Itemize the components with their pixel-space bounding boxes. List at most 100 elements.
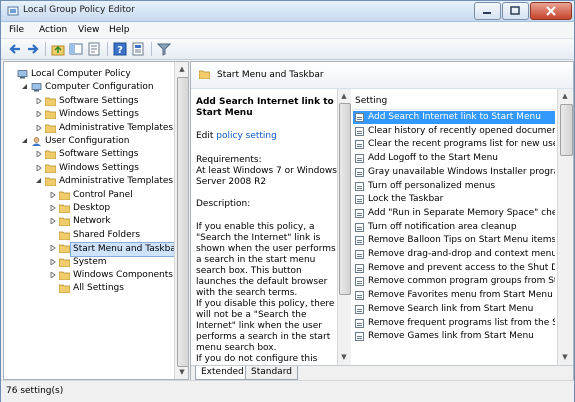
show-hide-tree-icon[interactable] xyxy=(68,41,84,57)
expand-arrow-icon[interactable] xyxy=(50,205,56,211)
folder-icon xyxy=(45,110,56,120)
tree-item[interactable]: Administrative Templates xyxy=(4,175,174,188)
tree-item-label: Desktop xyxy=(73,203,111,213)
maximize-button[interactable] xyxy=(502,2,529,20)
scroll-thumb[interactable] xyxy=(177,77,188,367)
minimize-button[interactable] xyxy=(474,2,501,20)
help-icon[interactable]: ? xyxy=(112,41,128,57)
policy-setting-row[interactable]: Clear history of recently opened documen… xyxy=(353,125,555,138)
expand-arrow-icon[interactable] xyxy=(50,218,56,225)
expand-arrow-icon[interactable] xyxy=(36,111,42,118)
tree-item[interactable]: Local Computer Policy xyxy=(4,68,174,81)
policy-setting-label: Remove drag-and-drop and context menus o… xyxy=(368,249,555,259)
scroll-thumb[interactable] xyxy=(560,104,573,156)
properties-icon[interactable] xyxy=(130,41,146,57)
policy-setting-row[interactable]: Clear the recent programs list for new u… xyxy=(353,138,555,151)
expand-arrow-icon[interactable] xyxy=(50,191,56,198)
policy-setting-label: Remove common program groups from Start … xyxy=(368,276,555,287)
tree-item-label: Windows Components xyxy=(73,270,173,280)
menu-help[interactable]: Help xyxy=(109,25,130,35)
policy-setting-row[interactable]: Remove Games link from Start Menu xyxy=(353,330,555,343)
collapse-arrow-icon[interactable] xyxy=(22,84,28,90)
expand-arrow-icon[interactable] xyxy=(50,258,56,265)
tab-standard[interactable]: Standard xyxy=(245,366,298,380)
expand-arrow-icon[interactable] xyxy=(50,272,56,278)
policy-setting-row[interactable]: Remove drag-and-drop and context menus o… xyxy=(353,248,555,261)
scroll-down-icon[interactable]: ▼ xyxy=(176,366,188,378)
tree-item[interactable]: Computer Configuration xyxy=(4,81,174,94)
tree-item[interactable]: Shared Folders xyxy=(4,229,174,242)
policy-setting-row[interactable]: Remove Balloon Tips on Start Menu items xyxy=(353,234,555,247)
policy-setting-row[interactable]: Remove frequent programs list from the S… xyxy=(353,317,555,330)
policy-setting-label: Clear the recent programs list for new u… xyxy=(368,139,555,150)
tree-item[interactable]: Control Panel xyxy=(4,189,174,202)
scroll-up-icon[interactable]: ▲ xyxy=(559,90,571,102)
policy-setting-label: Gray unavailable Windows Installer progr… xyxy=(368,166,555,177)
tree-item[interactable]: Network xyxy=(4,215,174,228)
folder-icon xyxy=(45,177,56,187)
tree-item[interactable]: Windows Settings xyxy=(4,108,174,121)
edit-policy-setting-link[interactable]: policy setting xyxy=(216,131,277,141)
list-vertical-scrollbar[interactable]: ▲ ▼ xyxy=(557,89,573,365)
scroll-thumb[interactable] xyxy=(339,103,351,295)
policy-setting-row[interactable]: Add Logoff to the Start Menu xyxy=(353,152,555,165)
back-arrow-icon[interactable] xyxy=(7,41,23,57)
policy-setting-row[interactable]: Remove Search link from Start Menu xyxy=(353,303,555,316)
policy-setting-row[interactable]: Remove and prevent access to the Shut Do… xyxy=(353,262,555,275)
policy-setting-row[interactable]: Remove common program groups from Start … xyxy=(353,275,555,288)
policy-setting-icon xyxy=(355,181,364,191)
window-title: Local Group Policy Editor xyxy=(23,5,135,15)
menu-file[interactable]: File xyxy=(9,25,24,35)
description-vertical-scrollbar[interactable]: ▲ ▼ xyxy=(337,89,351,365)
tree-item[interactable]: Administrative Templates xyxy=(4,122,174,135)
tree-item-label: User Configuration xyxy=(45,136,130,146)
column-header-setting[interactable]: Setting xyxy=(353,95,555,110)
tree-item[interactable]: System xyxy=(4,256,174,269)
title-bar[interactable]: Local Group Policy Editor xyxy=(1,1,574,22)
menu-view[interactable]: View xyxy=(78,25,99,35)
policy-setting-row[interactable]: Add "Run in Separate Memory Space" check… xyxy=(353,207,555,220)
expand-arrow-icon[interactable] xyxy=(50,245,56,252)
up-folder-icon[interactable] xyxy=(50,41,66,57)
close-button[interactable] xyxy=(530,2,572,20)
policy-setting-row[interactable]: Gray unavailable Windows Installer progr… xyxy=(353,166,555,179)
scroll-up-icon[interactable]: ▲ xyxy=(176,63,188,75)
menu-action[interactable]: Action xyxy=(39,25,67,35)
tree-item[interactable]: All Settings xyxy=(4,282,174,295)
group-policy-app-icon xyxy=(7,6,19,16)
svg-text:?: ? xyxy=(117,45,123,56)
tree-pane: Local Computer Policy Computer Configurat… xyxy=(3,61,189,380)
expand-arrow-icon[interactable] xyxy=(36,164,42,171)
forward-arrow-icon[interactable] xyxy=(25,41,41,57)
tree-item[interactable]: Windows Components xyxy=(4,269,174,282)
tree-item[interactable]: Windows Settings xyxy=(4,162,174,175)
tree-item-label: Windows Settings xyxy=(59,109,139,120)
policy-setting-row[interactable]: Remove Favorites menu from Start Menu xyxy=(353,289,555,302)
tree-item[interactable]: Desktop xyxy=(4,202,174,215)
scroll-down-icon[interactable]: ▼ xyxy=(338,351,350,363)
description-panel: Add Search Internet link to Start Menu E… xyxy=(191,89,349,365)
toolbar-separator xyxy=(45,42,46,56)
folder-icon xyxy=(45,97,56,106)
policy-setting-row[interactable]: Turn off notification area cleanup xyxy=(353,221,555,234)
policy-setting-row[interactable]: Add Search Internet link to Start Menu xyxy=(353,111,555,124)
tree-item[interactable]: Software Settings xyxy=(4,148,174,161)
tree-item[interactable]: Start Menu and Taskbar xyxy=(4,242,183,258)
scroll-down-icon[interactable]: ▼ xyxy=(559,351,571,363)
tree-item[interactable]: User Configuration xyxy=(4,135,174,148)
collapse-arrow-icon[interactable] xyxy=(22,138,28,144)
computer-icon xyxy=(17,70,28,79)
policy-setting-row[interactable]: Lock the Taskbar xyxy=(353,193,555,206)
tree-item[interactable]: Software Settings xyxy=(4,95,174,108)
collapse-arrow-icon[interactable] xyxy=(36,178,42,184)
export-list-icon[interactable] xyxy=(86,41,102,57)
tree-vertical-scrollbar[interactable]: ▲ ▼ xyxy=(174,62,188,379)
expand-arrow-icon[interactable] xyxy=(36,151,42,158)
expand-arrow-icon[interactable] xyxy=(36,124,42,131)
tab-extended[interactable]: Extended xyxy=(195,366,250,380)
scroll-up-icon[interactable]: ▲ xyxy=(338,90,350,102)
filter-icon[interactable] xyxy=(156,41,172,57)
tree-item-label: Software Settings xyxy=(59,95,139,106)
policy-setting-row[interactable]: Turn off personalized menus xyxy=(353,180,555,193)
expand-arrow-icon[interactable] xyxy=(36,97,42,104)
